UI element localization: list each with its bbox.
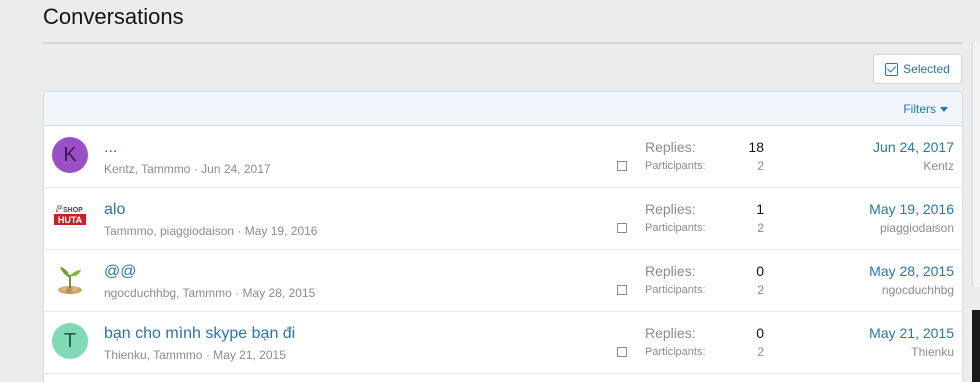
filter-bar: Filters bbox=[44, 92, 962, 126]
replies-label: Replies: bbox=[645, 325, 696, 341]
title-divider bbox=[43, 42, 963, 44]
last-message-user[interactable]: Thienku bbox=[911, 345, 954, 359]
replies-count: 18 bbox=[748, 139, 764, 155]
conversation-row: K ... Kentz, Tammmo · Jun 24, 2017 Repli… bbox=[44, 126, 962, 188]
replies-label: Replies: bbox=[645, 139, 696, 155]
sprout-icon bbox=[58, 267, 82, 294]
last-message-date[interactable]: May 19, 2016 bbox=[869, 201, 954, 217]
replies-count: 1 bbox=[756, 201, 764, 217]
row-checkbox[interactable] bbox=[617, 347, 627, 357]
avatar[interactable] bbox=[52, 261, 88, 297]
conversation-list: Filters K ... Kentz, Tammmo · Jun 24, 20… bbox=[43, 91, 963, 382]
last-message-user[interactable]: Kentz bbox=[923, 159, 954, 173]
participants-count: 2 bbox=[757, 221, 764, 235]
conversation-meta: Kentz, Tammmo · Jun 24, 2017 bbox=[104, 162, 271, 176]
replies-label: Replies: bbox=[645, 263, 696, 279]
dark-corner bbox=[972, 310, 980, 382]
conversation-row: T bạn cho mình skype bạn đi Thienku, Tam… bbox=[44, 312, 962, 374]
conversation-title[interactable]: @@ bbox=[104, 263, 136, 281]
replies-label: Replies: bbox=[645, 201, 696, 217]
start-date: May 21, 2015 bbox=[213, 348, 286, 362]
last-message-user[interactable]: piaggiodaison bbox=[880, 221, 954, 235]
shop-logo-icon: ℙ SHOP HUTA bbox=[54, 204, 86, 225]
last-message-date[interactable]: May 21, 2015 bbox=[869, 325, 954, 341]
logo-text-bottom: HUTA bbox=[58, 215, 83, 225]
filters-button[interactable]: Filters bbox=[903, 102, 948, 116]
conversation-row: ℙ SHOP HUTA alo Tammmo, piaggiodaison · … bbox=[44, 188, 962, 250]
conversation-row: @@ ngocduchhbg, Tammmo · May 28, 2015 Re… bbox=[44, 250, 962, 312]
last-message-date[interactable]: May 28, 2015 bbox=[869, 263, 954, 279]
row-checkbox[interactable] bbox=[617, 285, 627, 295]
page-title: Conversations bbox=[43, 4, 184, 29]
avatar[interactable]: K bbox=[52, 137, 88, 173]
participants-label: Participants: bbox=[645, 346, 706, 358]
conversation-meta: Thienku, Tammmo · May 21, 2015 bbox=[104, 348, 286, 362]
participants-label: Participants: bbox=[645, 160, 706, 172]
conversation-title[interactable]: alo bbox=[104, 201, 125, 219]
row-checkbox[interactable] bbox=[617, 223, 627, 233]
caret-down-icon bbox=[940, 106, 948, 112]
avatar-letter: T bbox=[63, 329, 77, 352]
logo-text-top: SHOP bbox=[63, 207, 83, 214]
sidebar-edge bbox=[972, 42, 980, 287]
checkbox-icon bbox=[885, 62, 899, 76]
participants-label: Participants: bbox=[645, 222, 706, 234]
svg-text:ℙ: ℙ bbox=[55, 204, 63, 214]
last-message-user[interactable]: ngocduchhbg bbox=[882, 283, 954, 297]
participants-label: Participants: bbox=[645, 284, 706, 296]
avatar-letter: K bbox=[63, 143, 77, 166]
participants-list[interactable]: Kentz, Tammmo bbox=[104, 162, 190, 176]
conversation-meta: Tammmo, piaggiodaison · May 19, 2016 bbox=[104, 224, 318, 238]
conversation-meta: ngocduchhbg, Tammmo · May 28, 2015 bbox=[104, 286, 316, 300]
participants-list[interactable]: Thienku, Tammmo bbox=[104, 348, 202, 362]
conversation-title[interactable]: bạn cho mình skype bạn đi bbox=[104, 325, 295, 343]
participants-count: 2 bbox=[757, 345, 764, 359]
participants-count: 2 bbox=[757, 159, 764, 173]
filters-label: Filters bbox=[903, 102, 936, 116]
start-date: May 28, 2015 bbox=[242, 286, 316, 300]
selected-label: Selected bbox=[903, 62, 950, 76]
last-message-date[interactable]: Jun 24, 2017 bbox=[873, 139, 954, 155]
avatar[interactable]: T bbox=[52, 323, 88, 359]
selected-button[interactable]: Selected bbox=[873, 54, 962, 84]
row-checkbox[interactable] bbox=[617, 161, 627, 171]
conversation-title[interactable]: ... bbox=[104, 139, 117, 157]
participants-count: 2 bbox=[757, 283, 764, 297]
start-date: Jun 24, 2017 bbox=[201, 162, 271, 176]
participants-list[interactable]: ngocduchhbg, Tammmo bbox=[104, 286, 232, 300]
replies-count: 0 bbox=[756, 263, 764, 279]
start-date: May 19, 2016 bbox=[244, 224, 318, 238]
replies-count: 0 bbox=[756, 325, 764, 341]
participants-list[interactable]: Tammmo, piaggiodaison bbox=[104, 224, 234, 238]
avatar[interactable]: ℙ SHOP HUTA bbox=[52, 199, 88, 235]
